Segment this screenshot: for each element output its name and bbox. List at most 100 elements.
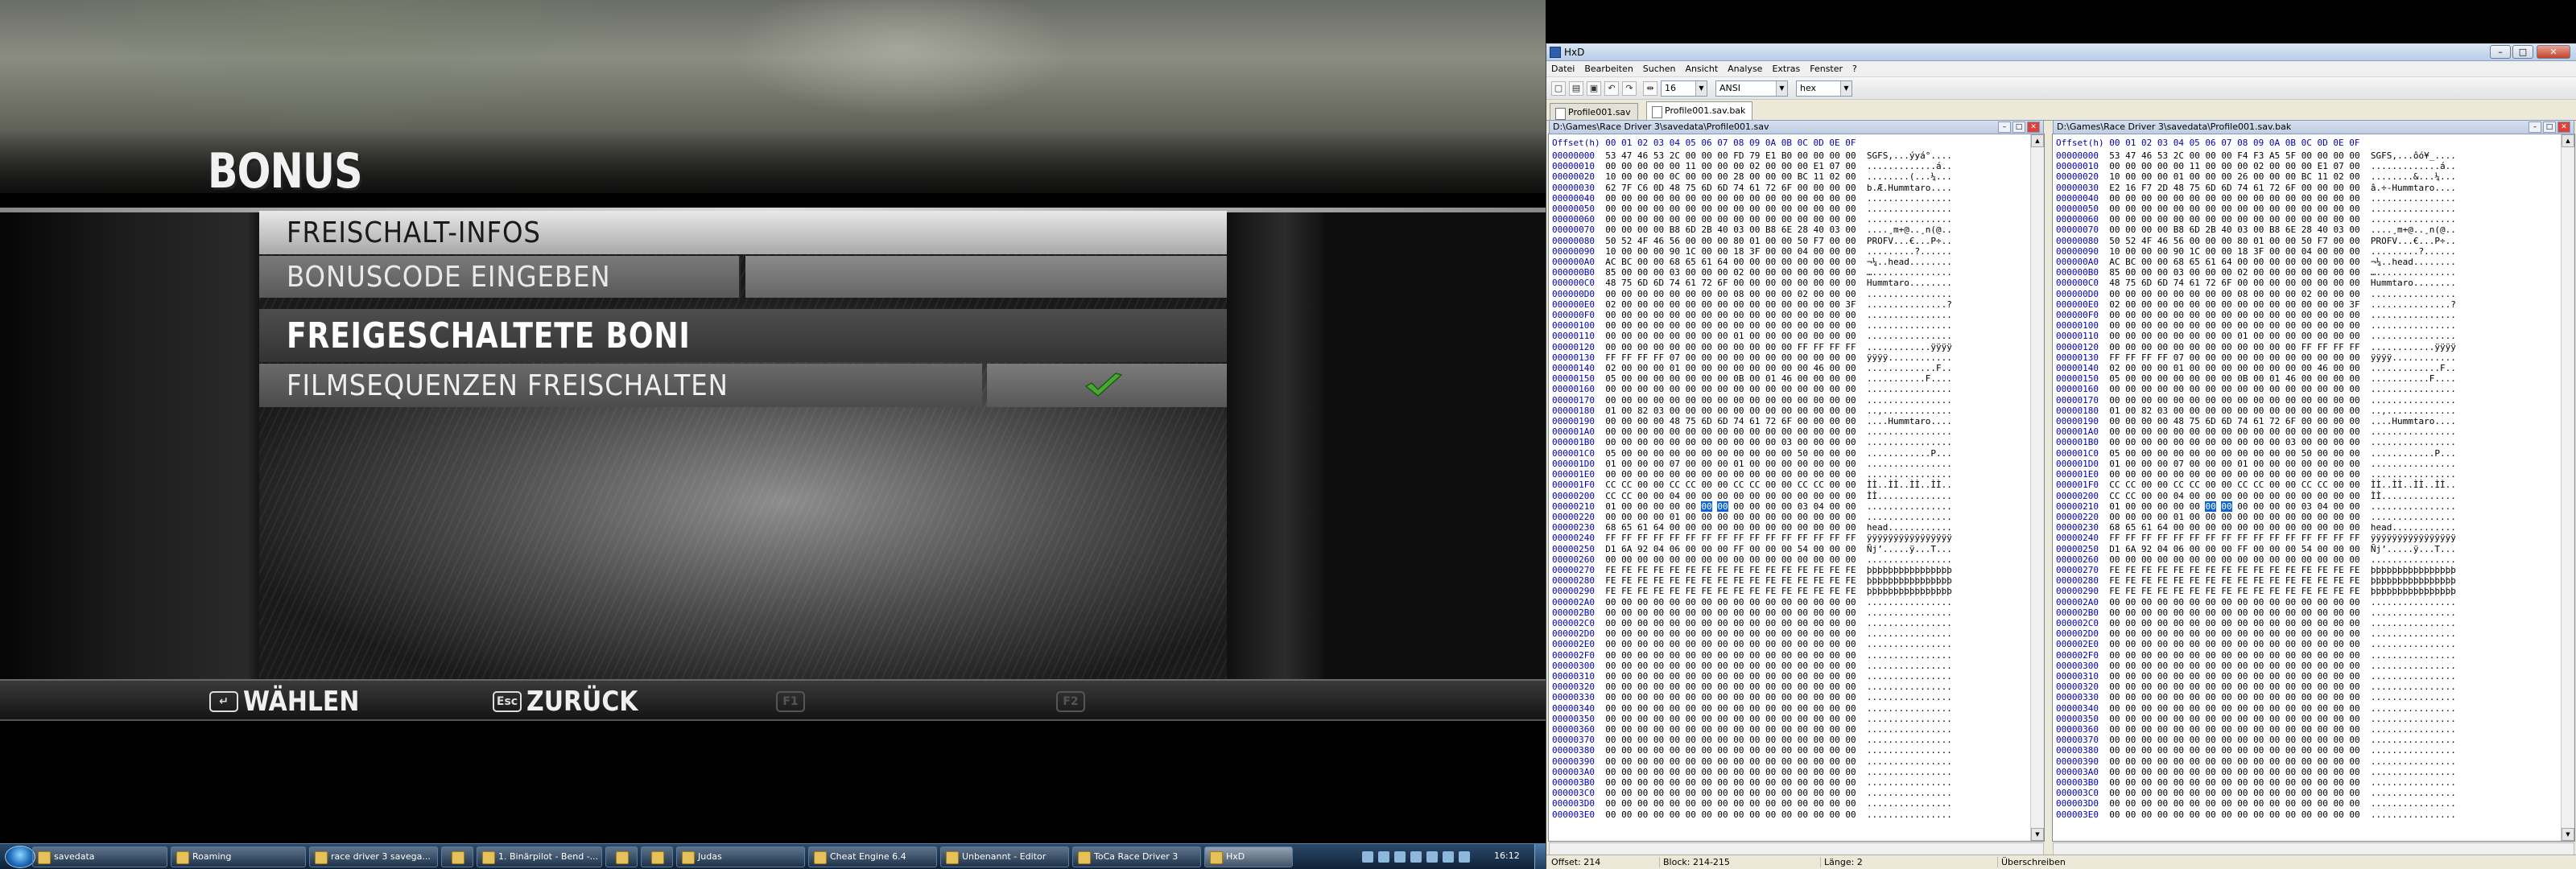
hex-byte[interactable]: 00 [2190, 373, 2200, 384]
hex-byte[interactable]: 00 [2349, 544, 2359, 554]
menu-item-unlock-cutscenes[interactable]: FILMSEQUENZEN FREISCHALTEN [259, 364, 1227, 407]
scroll-down-icon[interactable]: ▼ [2031, 828, 2044, 841]
hex-byte[interactable]: 00 [1637, 373, 1648, 384]
hex-byte[interactable]: 00 [1845, 236, 1856, 246]
hex-byte[interactable]: 00 [1829, 459, 1839, 469]
hex-byte[interactable]: 00 [2269, 767, 2280, 777]
hex-byte[interactable]: 00 [2174, 661, 2184, 671]
hex-byte[interactable]: 00 [2301, 756, 2312, 767]
hex-byte[interactable]: 00 [1798, 416, 1808, 426]
hex-byte[interactable]: FF [2174, 533, 2184, 543]
hex-byte[interactable]: 00 [2141, 788, 2152, 798]
hex-byte[interactable]: 00 [1701, 331, 1711, 341]
hex-byte[interactable]: 00 [1765, 395, 1776, 406]
hex-byte[interactable]: 00 [2221, 745, 2231, 756]
hex-byte[interactable]: 75 [1686, 183, 1696, 193]
hex-byte[interactable]: FE [1845, 586, 1856, 596]
hex-byte[interactable]: 00 [2237, 406, 2248, 416]
task-browser[interactable]: race driver 3 savega... [309, 846, 438, 867]
hex-row-ascii[interactable]: .........?...... [2360, 246, 2456, 257]
hex-byte[interactable]: 00 [1845, 352, 1856, 363]
hex-byte[interactable]: 00 [2333, 522, 2343, 533]
hex-byte[interactable]: 00 [2125, 714, 2136, 724]
hex-byte[interactable]: 00 [2301, 798, 2312, 809]
hex-byte[interactable]: 00 [1701, 384, 1711, 394]
hex-row-bytes[interactable]: 00 00 00 00 B8 6D 2B 40 03 00 B8 6E 28 4… [2109, 224, 2359, 235]
hex-byte[interactable]: 00 [1621, 204, 1632, 214]
hex-byte[interactable]: 00 [2190, 342, 2200, 352]
hex-byte[interactable]: 68 [1605, 522, 1616, 533]
hex-byte[interactable]: 00 [2285, 724, 2296, 735]
hex-row-ascii[interactable]: ...............? [2360, 299, 2456, 310]
hex-byte[interactable]: 0D [1653, 183, 1664, 193]
hex-byte[interactable]: 00 [1621, 171, 1632, 182]
scroll-up-icon[interactable]: ▲ [2031, 134, 2044, 147]
hex-byte[interactable]: 00 [2269, 788, 2280, 798]
hex-row[interactable]: 00000040 00 00 00 00 00 00 00 00 00 00 0… [2056, 193, 2557, 204]
hex-byte[interactable]: 00 [2174, 777, 2184, 788]
hex-byte[interactable]: FE [2221, 586, 2231, 596]
hex-row[interactable]: 00000020 10 00 00 00 01 00 00 00 26 00 0… [2056, 171, 2557, 182]
hex-byte[interactable]: 00 [2221, 171, 2231, 182]
hex-row-bytes[interactable]: 53 47 46 53 2C 00 00 00 FD 79 E1 B0 00 0… [1605, 150, 1856, 161]
hex-byte[interactable]: 00 [2318, 639, 2328, 649]
hex-byte[interactable]: 00 [1781, 214, 1792, 224]
hex-byte[interactable]: 00 [1621, 788, 1632, 798]
hex-byte[interactable]: 00 [2205, 342, 2215, 352]
hex-byte[interactable]: FE [2221, 565, 2231, 575]
hex-byte[interactable]: 00 [1765, 214, 1776, 224]
hex-row[interactable]: 00000170 00 00 00 00 00 00 00 00 00 00 0… [1552, 395, 2026, 406]
task-hxd[interactable]: HxD [1204, 846, 1293, 867]
hex-byte[interactable]: 00 [1717, 756, 1728, 767]
hex-byte[interactable]: 00 [2253, 798, 2264, 809]
hex-row-bytes[interactable]: 01 00 82 03 00 00 00 00 00 00 00 00 00 0… [1605, 406, 1856, 416]
hex-row-ascii[interactable]: ................ [2360, 798, 2456, 809]
hex-byte[interactable]: 00 [2333, 777, 2343, 788]
hex-byte[interactable]: 00 [1814, 788, 1824, 798]
hex-byte[interactable]: 00 [2318, 437, 2328, 447]
hex-byte[interactable]: 00 [1765, 267, 1776, 278]
hex-byte[interactable]: 00 [1749, 809, 1760, 820]
hex-byte[interactable]: 00 [2141, 299, 2152, 310]
hex-byte[interactable]: 00 [1733, 501, 1744, 512]
hex-byte[interactable]: 00 [2285, 661, 2296, 671]
hex-byte[interactable]: 00 [2253, 406, 2264, 416]
hex-byte[interactable]: FF [2301, 533, 2312, 543]
hex-row[interactable]: 00000280 FE FE FE FE FE FE FE FE FE FE F… [1552, 575, 2026, 586]
hex-byte[interactable]: 00 [1829, 522, 1839, 533]
hex-byte[interactable]: 00 [2301, 373, 2312, 384]
hex-byte[interactable]: 00 [2190, 193, 2200, 204]
hex-row-bytes[interactable]: FE FE FE FE FE FE FE FE FE FE FE FE FE F… [1605, 575, 1856, 586]
hex-byte[interactable]: 00 [1621, 703, 1632, 714]
hex-byte[interactable]: 00 [1733, 809, 1744, 820]
hex-byte[interactable]: 00 [1814, 331, 1824, 341]
hex-byte[interactable]: 00 [1765, 406, 1776, 416]
hex-byte[interactable]: 00 [2301, 395, 2312, 406]
hex-row-bytes[interactable]: 00 00 00 00 00 00 00 00 00 00 00 00 00 0… [2109, 756, 2359, 767]
hex-byte[interactable]: 00 [1717, 373, 1728, 384]
hex-byte[interactable]: FE [1798, 565, 1808, 575]
hex-row[interactable]: 000001D0 01 00 00 00 07 00 00 00 01 00 0… [1552, 459, 2026, 469]
hex-byte[interactable]: 00 [2125, 692, 2136, 702]
hex-byte[interactable]: 00 [1637, 171, 1648, 182]
hex-byte[interactable]: FF [2141, 533, 2152, 543]
hex-row-ascii[interactable]: þþþþþþþþþþþþþþþþ [1856, 565, 1952, 575]
hex-row-ascii[interactable]: ................ [1856, 777, 1952, 788]
hex-byte[interactable]: 00 [2301, 777, 2312, 788]
hex-byte[interactable]: 00 [2301, 406, 2312, 416]
hex-row[interactable]: 00000320 00 00 00 00 00 00 00 00 00 00 0… [1552, 682, 2026, 692]
hex-byte[interactable]: 00 [1749, 544, 1760, 554]
hex-byte[interactable]: 00 [2141, 756, 2152, 767]
hex-byte[interactable]: 00 [2333, 745, 2343, 756]
hex-byte[interactable]: 00 [1733, 798, 1744, 809]
hex-byte[interactable]: 00 [1686, 597, 1696, 607]
hex-byte[interactable]: 00 [1781, 491, 1792, 501]
hex-byte[interactable]: 00 [1717, 289, 1728, 299]
hex-byte[interactable]: FE [1701, 565, 1711, 575]
hex-byte[interactable]: 00 [2205, 448, 2215, 459]
hex-row-bytes[interactable]: 00 00 00 00 00 00 00 00 00 00 00 00 00 0… [2109, 214, 2359, 224]
hex-byte[interactable]: 00 [2349, 491, 2359, 501]
hex-row-ascii[interactable]: ................ [1856, 426, 1952, 437]
hex-byte[interactable]: 00 [1621, 289, 1632, 299]
hex-byte[interactable]: AC [2109, 257, 2120, 267]
